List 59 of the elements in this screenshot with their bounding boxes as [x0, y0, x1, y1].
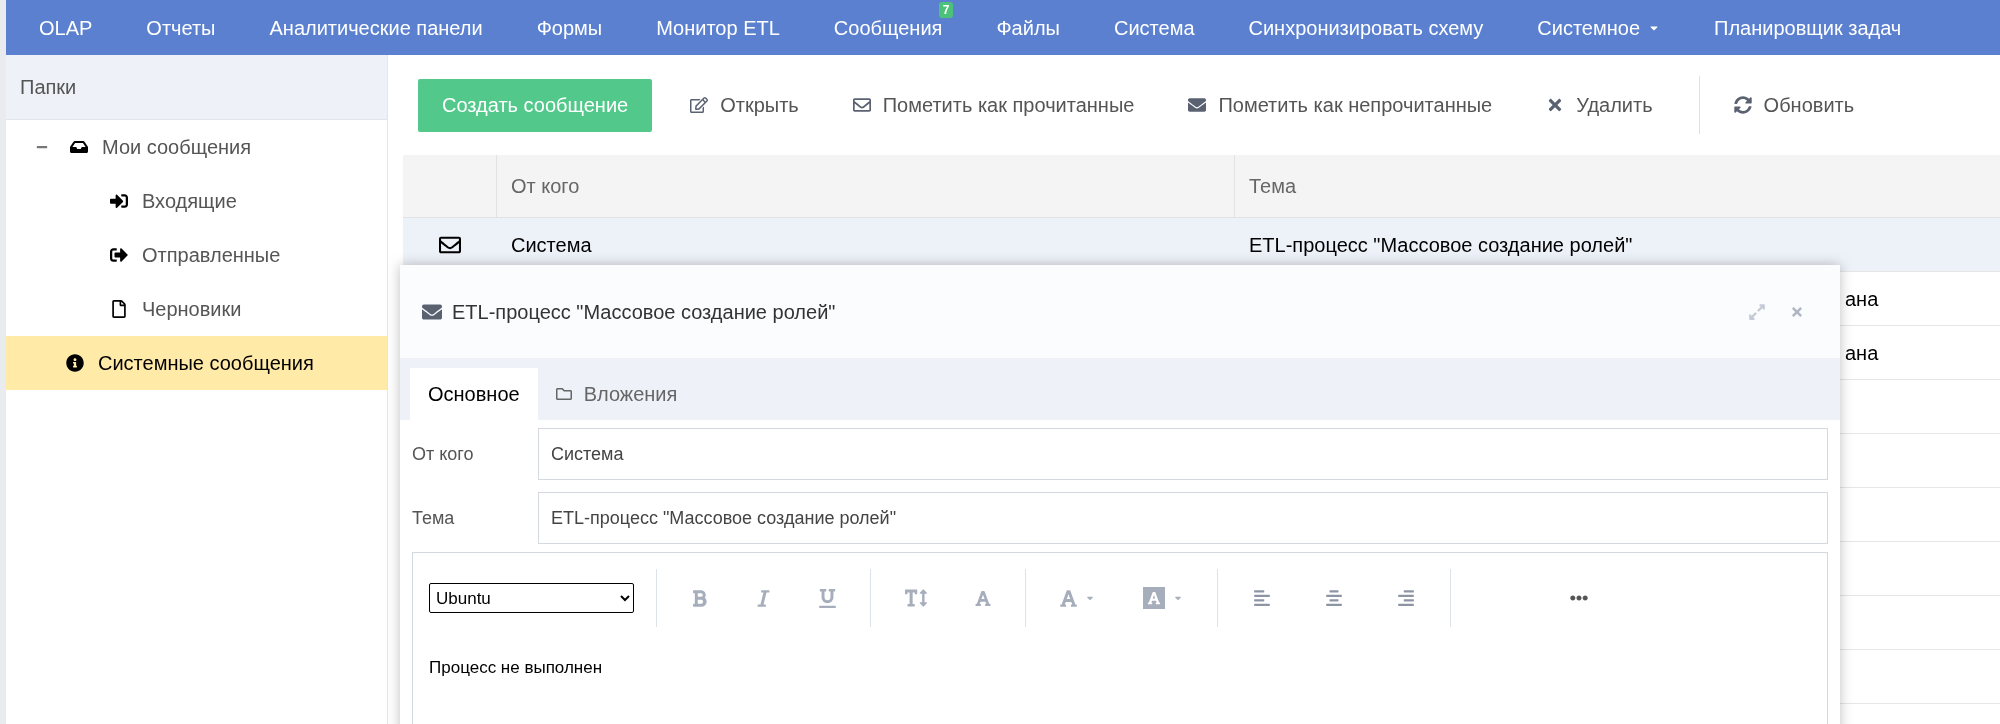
- nav-link[interactable]: Система: [1086, 0, 1222, 55]
- font-select[interactable]: Ubuntu: [429, 583, 634, 613]
- nav-link[interactable]: Формы: [509, 0, 630, 55]
- nav-link[interactable]: Аналитические панели: [242, 0, 510, 55]
- folder-item[interactable]: Черновики: [6, 282, 387, 336]
- folder-item[interactable]: Отправленные: [6, 228, 387, 282]
- table-cell-text: Система: [511, 232, 592, 258]
- italic-icon[interactable]: [756, 588, 771, 608]
- nav-link[interactable]: Файлы: [969, 0, 1087, 55]
- envelope-icon: [852, 96, 871, 114]
- nav-link[interactable]: Монитор ETL: [629, 0, 807, 55]
- underline-icon[interactable]: [819, 588, 836, 608]
- nav-link[interactable]: Планировщик задач: [1687, 0, 1929, 55]
- sign-out-icon: [110, 246, 128, 264]
- folder-item[interactable]: Системные сообщения: [6, 336, 387, 390]
- input-field[interactable]: ETL-процесс "Массовое создание ролей": [538, 492, 1828, 544]
- nav-link[interactable]: Системное: [1510, 0, 1688, 55]
- align-left-icon[interactable]: [1252, 589, 1272, 607]
- text-color-icon[interactable]: [1060, 588, 1095, 608]
- nav-link[interactable]: Синхронизировать схему: [1221, 0, 1511, 55]
- toolbar-button[interactable]: Удалить: [1532, 80, 1667, 130]
- table-cell-text: ана: [1845, 340, 1879, 366]
- folder-item[interactable]: Мои сообщения: [6, 120, 387, 174]
- message-body: Процесс не выполнен: [429, 657, 604, 679]
- tab[interactable]: Вложения: [537, 368, 696, 420]
- file-icon: [110, 300, 128, 318]
- nav-link[interactable]: Сообщения 7: [806, 0, 970, 55]
- column-header[interactable]: От кого: [497, 155, 1235, 217]
- table-cell-text: ETL-процесс "Массовое создание ролей": [1249, 232, 1633, 258]
- nav-link[interactable]: OLAP: [12, 0, 120, 55]
- table-cell-text: ана: [1845, 286, 1879, 312]
- count-badge: 7: [938, 2, 954, 18]
- edit-icon: [690, 96, 709, 114]
- refresh-icon: [1733, 96, 1752, 114]
- field-label: Тема: [412, 506, 456, 530]
- nav-link[interactable]: Отчеты: [119, 0, 243, 55]
- bold-icon[interactable]: [691, 588, 708, 608]
- inbox-icon: [70, 138, 88, 156]
- folder-item[interactable]: Входящие: [6, 174, 387, 228]
- toolbar-button[interactable]: Пометить как прочитанные: [838, 80, 1149, 130]
- toolbar-button[interactable]: Обновить: [1719, 80, 1869, 130]
- sign-in-icon: [110, 192, 128, 210]
- message-row[interactable]: Система ETL-процесс "Массовое создание ролей": [403, 218, 2000, 272]
- panel-header: Папки: [6, 55, 387, 120]
- input-field[interactable]: Система: [538, 428, 1828, 480]
- folder-icon: [555, 386, 572, 402]
- info-icon: [66, 354, 84, 372]
- column-header[interactable]: Тема: [1235, 155, 2000, 217]
- expand-icon[interactable]: [1748, 302, 1766, 321]
- tab[interactable]: Основное: [410, 368, 538, 420]
- highlight-icon[interactable]: [1143, 587, 1183, 609]
- close-icon[interactable]: [1790, 304, 1804, 319]
- align-center-icon[interactable]: [1324, 589, 1344, 607]
- field-label: От кого: [412, 442, 475, 466]
- toolbar-button[interactable]: Пометить как непрочитанные: [1174, 80, 1507, 130]
- dialog-title: ETL-процесс "Массовое создание ролей": [452, 299, 837, 325]
- toolbar-button[interactable]: Открыть: [676, 80, 813, 130]
- align-right-icon[interactable]: [1396, 589, 1416, 607]
- envelope-icon: [1188, 96, 1207, 114]
